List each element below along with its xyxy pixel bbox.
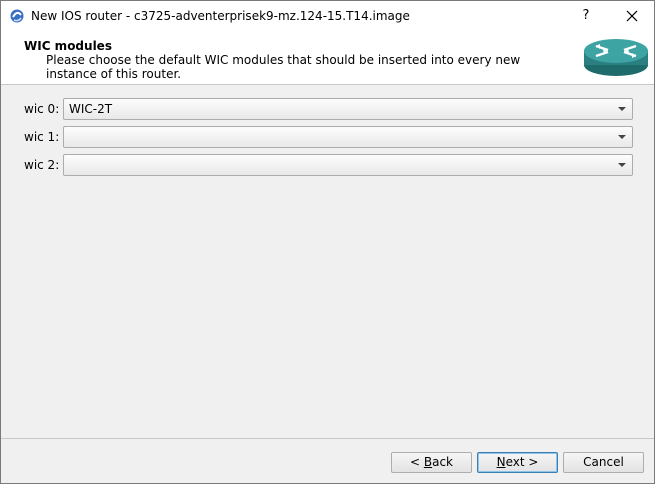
page-description: Please choose the default WIC modules th… xyxy=(46,53,521,81)
page-title: WIC modules xyxy=(24,39,112,53)
router-icon xyxy=(584,39,648,76)
close-icon xyxy=(626,10,638,22)
wizard-window: New IOS router - c3725-adventerprisek9-m… xyxy=(0,0,655,484)
back-button[interactable]: < Back xyxy=(391,452,472,473)
back-prefix: < xyxy=(409,455,424,469)
next-mnemonic: N xyxy=(496,455,506,469)
wic-1-row: wic 1: xyxy=(1,126,654,148)
wic-0-value: WIC-2T xyxy=(69,102,113,116)
cancel-button[interactable]: Cancel xyxy=(563,452,644,473)
wic-2-select[interactable] xyxy=(63,154,633,176)
wic-0-select[interactable]: WIC-2T xyxy=(63,98,633,120)
wic-2-label: wic 2: xyxy=(24,158,60,172)
help-button[interactable]: ? xyxy=(571,1,601,31)
chevron-down-icon xyxy=(618,163,626,167)
close-button[interactable] xyxy=(615,1,649,31)
wic-0-row: wic 0: WIC-2T xyxy=(1,98,654,120)
wic-2-row: wic 2: xyxy=(1,154,654,176)
app-icon xyxy=(10,9,24,23)
wic-1-label: wic 1: xyxy=(24,130,60,144)
wic-1-select[interactable] xyxy=(63,126,633,148)
next-rest: ext > xyxy=(505,455,539,469)
chevron-down-icon xyxy=(618,107,626,111)
title-bar: New IOS router - c3725-adventerprisek9-m… xyxy=(1,1,654,31)
back-mnemonic: B xyxy=(423,455,433,469)
window-title: New IOS router - c3725-adventerprisek9-m… xyxy=(31,9,410,23)
chevron-down-icon xyxy=(618,135,626,139)
wizard-header: WIC modules Please choose the default WI… xyxy=(1,31,654,85)
next-button[interactable]: Next > xyxy=(477,452,558,473)
wic-0-label: wic 0: xyxy=(24,102,60,116)
footer-divider xyxy=(1,438,654,439)
back-rest: ack xyxy=(432,455,453,469)
